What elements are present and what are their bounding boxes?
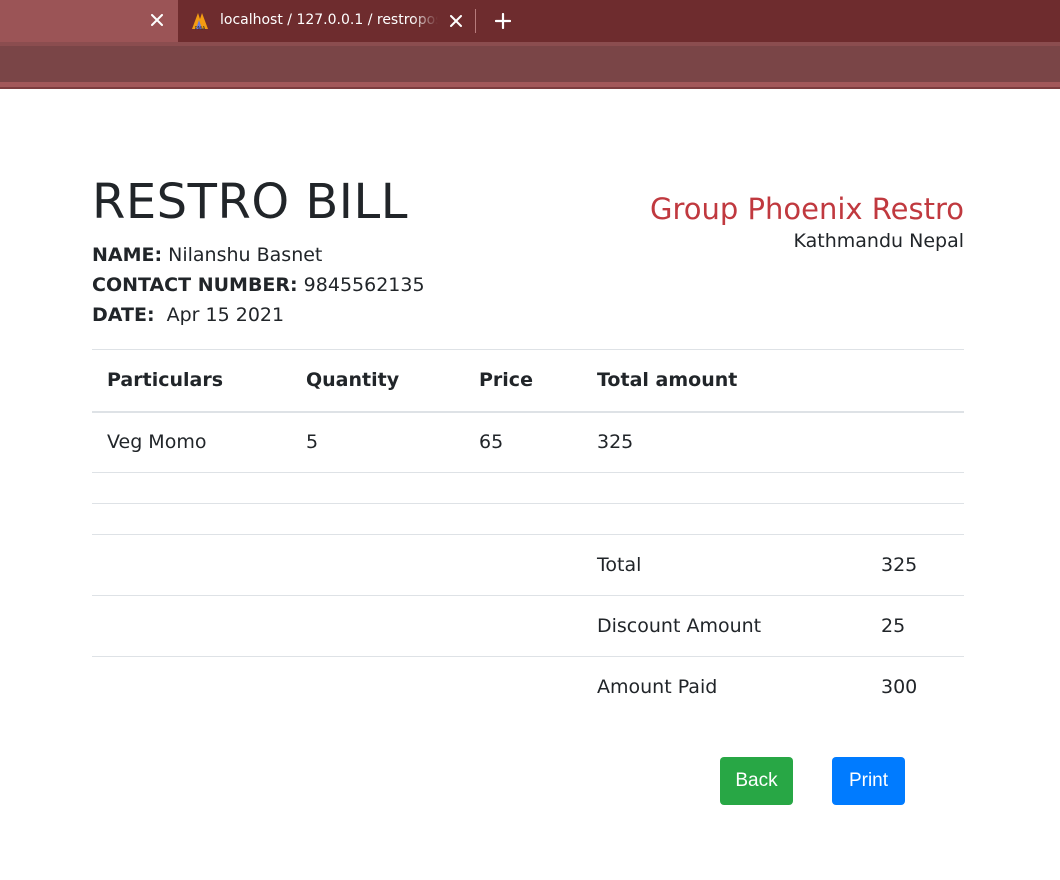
svg-text:PMA: PMA [195, 26, 206, 31]
item-quantity: 5 [306, 431, 319, 454]
header-quantity: Quantity [291, 349, 464, 413]
inactive-tab[interactable] [0, 0, 178, 42]
restaurant-address: Kathmandu Nepal [793, 230, 964, 252]
empty-row [92, 503, 964, 535]
header-price: Price [464, 349, 582, 413]
summary-label: Amount Paid [582, 656, 866, 718]
tab-title: localhost / 127.0.0.1 / restroposdb [220, 12, 438, 28]
tab-separator [475, 9, 476, 33]
name-value: Nilanshu Basnet [162, 244, 323, 266]
summary-row-amount-paid: Amount Paid 300 [92, 656, 964, 718]
item-total: 325 [597, 431, 634, 454]
item-price: 65 [479, 431, 504, 454]
browser-tabstrip: PMA localhost / 127.0.0.1 / restroposdb [0, 0, 1060, 42]
plus-icon [495, 13, 511, 29]
close-icon[interactable] [446, 11, 466, 31]
close-icon[interactable] [147, 10, 167, 30]
summary-value: 325 [866, 534, 964, 596]
summary-row-discount: Discount Amount 25 [92, 595, 964, 657]
phpmyadmin-favicon-icon: PMA [190, 11, 210, 32]
table-header-row: Particulars Quantity Price Total amount [92, 349, 964, 413]
summary-row-total: Total 325 [92, 534, 964, 596]
active-tab[interactable]: PMA localhost / 127.0.0.1 / restroposdb [178, 0, 475, 42]
contact-label: CONTACT NUMBER: [92, 274, 298, 296]
summary-label: Total [582, 534, 866, 596]
name-label: NAME: [92, 244, 163, 266]
browser-toolbar [0, 42, 1060, 82]
bill-date: DATE: Apr 15 2021 [92, 303, 284, 327]
summary-value: 25 [866, 595, 964, 657]
contact-value: 9845562135 [297, 274, 425, 296]
customer-name: NAME: Nilanshu Basnet [92, 243, 322, 267]
header-empty [866, 349, 964, 413]
item-empty [866, 412, 964, 473]
browser-toolbar-edge [0, 82, 1060, 89]
empty-row [92, 472, 964, 504]
item-particulars: Veg Momo [107, 431, 207, 454]
summary-value: 300 [866, 656, 964, 718]
new-tab-button[interactable] [491, 9, 515, 33]
restaurant-name: Group Phoenix Restro [650, 192, 964, 226]
header-particulars: Particulars [92, 349, 291, 413]
customer-contact: CONTACT NUMBER: 9845562135 [92, 273, 425, 297]
date-value: Apr 15 2021 [154, 304, 285, 326]
print-button[interactable]: Print [832, 757, 905, 805]
back-button[interactable]: Back [720, 757, 793, 805]
header-total-amount: Total amount [582, 349, 866, 413]
summary-label: Discount Amount [582, 595, 866, 657]
table-row: Veg Momo 5 65 325 [92, 412, 964, 473]
bill-table: Particulars Quantity Price Total amount … [92, 349, 964, 718]
date-label: DATE: [92, 304, 155, 326]
page-title: RESTRO BILL [92, 174, 408, 230]
